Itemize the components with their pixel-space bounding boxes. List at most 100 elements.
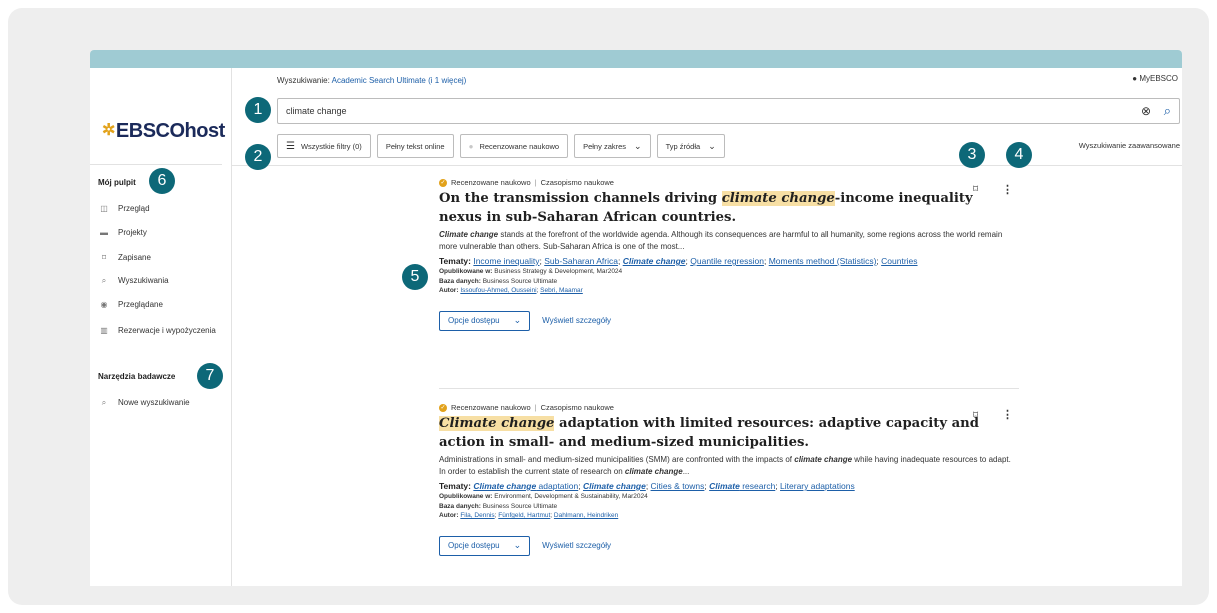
sidebar-section-research-tools: Narzędzia badawcze [98, 372, 176, 381]
sidebar-item-searches[interactable]: ⌕ Wyszukiwania [98, 276, 228, 286]
title-highlight: Climate change [439, 416, 555, 431]
sidebar-item-projects[interactable]: ▬ Projekty [98, 228, 228, 237]
subject-link[interactable]: Climate change [623, 256, 686, 266]
access-options-label: Opcje dostępu [448, 316, 500, 325]
subject-link[interactable]: Climate change adaptation [473, 481, 578, 491]
author-label: Autor: [439, 287, 459, 294]
search-input[interactable] [286, 103, 1126, 119]
published-in: Opublikowane w: Business Strategy & Deve… [439, 267, 1019, 277]
peer-reviewed-check-icon: ✓ [439, 403, 447, 412]
peer-reviewed-filter-button[interactable]: ● Recenzowane naukowo [459, 134, 569, 158]
database-label: Baza danych: [439, 277, 481, 285]
search-source-label: Wyszukiwanie: Academic Search Ultimate (… [277, 76, 466, 85]
result-divider [439, 388, 1019, 389]
bookmark-icon: ⌑ [101, 253, 107, 262]
view-details-link[interactable]: Wyświetl szczegóły [542, 541, 611, 550]
author-link[interactable]: Issoufou-Ahmed, Ousseini [460, 287, 536, 294]
screenshot-frame: ✲EBSCOhost Mój pulpit ◫ Przegląd ▬ Projekt… [8, 8, 1209, 605]
myebsco-link[interactable]: ● MyEBSCO [1132, 74, 1178, 83]
sidebar-item-label: Rezerwacje i wypożyczenia [118, 326, 216, 335]
callout-badge-5: 5 [402, 264, 428, 290]
peer-reviewed-tag: Recenzowane naukowo [451, 403, 531, 412]
ebsco-window: ✲EBSCOhost Mój pulpit ◫ Przegląd ▬ Projekt… [90, 50, 1182, 586]
result-title[interactable]: On the transmission channels driving cli… [439, 189, 1019, 227]
peer-reviewed-check-icon: ✓ [439, 178, 447, 187]
title-text: On the transmission channels driving [439, 191, 722, 206]
access-options-button[interactable]: Opcje dostępu ⌄ [439, 535, 531, 556]
view-details-link[interactable]: Wyświetl szczegóły [542, 316, 611, 325]
access-options-button[interactable]: Opcje dostępu ⌄ [439, 310, 531, 331]
sidebar-item-viewed[interactable]: ◉ Przeglądane [98, 300, 228, 309]
database-value: Business Source Ultimate [482, 502, 558, 510]
more-options-icon[interactable]: ⋮ [1002, 183, 1013, 196]
author-link[interactable]: Sebri, Maamar [540, 287, 583, 294]
source-type-filter-button[interactable]: Typ źródła ⌄ [656, 134, 725, 158]
result-item: ✓ Recenzowane naukowo | Czasopismo nauko… [439, 403, 1019, 556]
sidebar-item-new-search[interactable]: ⌕ Nowe wyszukiwanie [98, 398, 228, 408]
subject-link[interactable]: Climate research [709, 481, 775, 491]
search-source-link[interactable]: Academic Search Ultimate (i 1 więcej) [332, 76, 467, 85]
sidebar-item-saved[interactable]: ⌑ Zapisane [98, 253, 228, 262]
result-abstract: Administrations in small- and medium-siz… [439, 454, 1019, 478]
bookmark-icon[interactable]: ⌑ [973, 410, 978, 421]
peer-reviewed-icon: ● [468, 141, 474, 151]
callout-badge-3: 3 [959, 142, 985, 168]
bookmark-icon[interactable]: ⌑ [973, 184, 978, 195]
user-icon: ● [1132, 74, 1138, 83]
database: Baza danych: Business Source Ultimate [439, 502, 1019, 512]
sidebar-item-label: Wyszukiwania [118, 276, 169, 285]
abstract-highlight: climate change [794, 455, 853, 464]
sidebar-item-overview[interactable]: ◫ Przegląd [98, 204, 228, 213]
published-label: Opublikowane w: [439, 268, 493, 275]
sidebar-item-label: Przeglądane [118, 300, 163, 309]
author-link[interactable]: Fünfgeld, Hartmut [498, 512, 550, 519]
abstract-highlight: Climate change [439, 230, 499, 239]
advanced-search-link[interactable]: Wyszukiwanie zaawansowane [1079, 141, 1180, 150]
search-icon[interactable]: ⌕ [1164, 103, 1171, 119]
all-filters-button[interactable]: ☰ Wszystkie filtry (0) [277, 134, 371, 158]
peer-reviewed-label: Recenzowane naukowo [479, 141, 560, 151]
subject-link[interactable]: Cities & towns [651, 481, 705, 491]
sidebar-item-reservations[interactable]: ▥ Rezerwacje i wypożyczenia [98, 326, 228, 335]
author-link[interactable]: Fila, Dennis [460, 512, 494, 519]
more-options-icon[interactable]: ⋮ [1002, 408, 1013, 421]
sidebar-divider [90, 164, 222, 165]
abstract-highlight: climate change [624, 467, 683, 476]
result-actions: Opcje dostępu ⌄ Wyświetl szczegóły [439, 310, 1019, 331]
subjects-label: Tematy: [439, 481, 471, 491]
subject-link[interactable]: Income inequality [473, 256, 539, 266]
abstract-text: ... [682, 467, 690, 476]
access-options-label: Opcje dostępu [448, 541, 500, 550]
subject-text: adaptation [536, 481, 579, 491]
author-link[interactable]: Dahlmann, Heindriken [554, 512, 618, 519]
myebsco-label: MyEBSCO [1139, 74, 1178, 83]
folder-icon: ▬ [100, 228, 108, 237]
authors: Autor: Fila, Dennis; Fünfgeld, Hartmut; … [439, 512, 619, 519]
published-label: Opublikowane w: [439, 493, 493, 500]
subject-link[interactable]: Moments method (Statistics) [769, 256, 877, 266]
date-range-filter-button[interactable]: Pełny zakres ⌄ [574, 134, 651, 158]
subject-link[interactable]: Climate change [583, 481, 646, 491]
source-type-tag: Czasopismo naukowe [540, 403, 614, 412]
result-title[interactable]: Climate change adaptation with limited r… [439, 414, 1019, 452]
date-range-label: Pełny zakres [583, 141, 627, 151]
full-text-filter-button[interactable]: Pełny tekst online [376, 134, 454, 158]
subject-link[interactable]: Sub-Saharan Africa [544, 256, 618, 266]
subject-link[interactable]: Countries [881, 256, 917, 266]
result-meta: ✓ Recenzowane naukowo | Czasopismo nauko… [439, 403, 1019, 412]
meta-separator: | [534, 403, 537, 412]
source-type-tag: Czasopismo naukowe [540, 178, 614, 187]
database-value: Business Source Ultimate [482, 277, 558, 285]
subject-link[interactable]: Literary adaptations [780, 481, 855, 491]
sidebar-item-label: Projekty [118, 228, 147, 237]
ebsco-logo-icon: ✲ [102, 122, 115, 139]
chevron-down-icon: ⌄ [634, 140, 642, 151]
search-label: Wyszukiwanie: [277, 76, 330, 85]
published-value: Environment, Development & Sustainabilit… [494, 493, 648, 500]
ebscohost-logo[interactable]: ✲EBSCOhost [102, 120, 225, 143]
result-subjects: Tematy: Climate change adaptation; Clima… [439, 481, 855, 491]
abstract-text: Administrations in small- and medium-siz… [439, 455, 795, 464]
callout-badge-1: 1 [245, 97, 271, 123]
clear-search-icon[interactable]: ⊗ [1141, 104, 1151, 118]
subject-link[interactable]: Quantile regression [690, 256, 764, 266]
